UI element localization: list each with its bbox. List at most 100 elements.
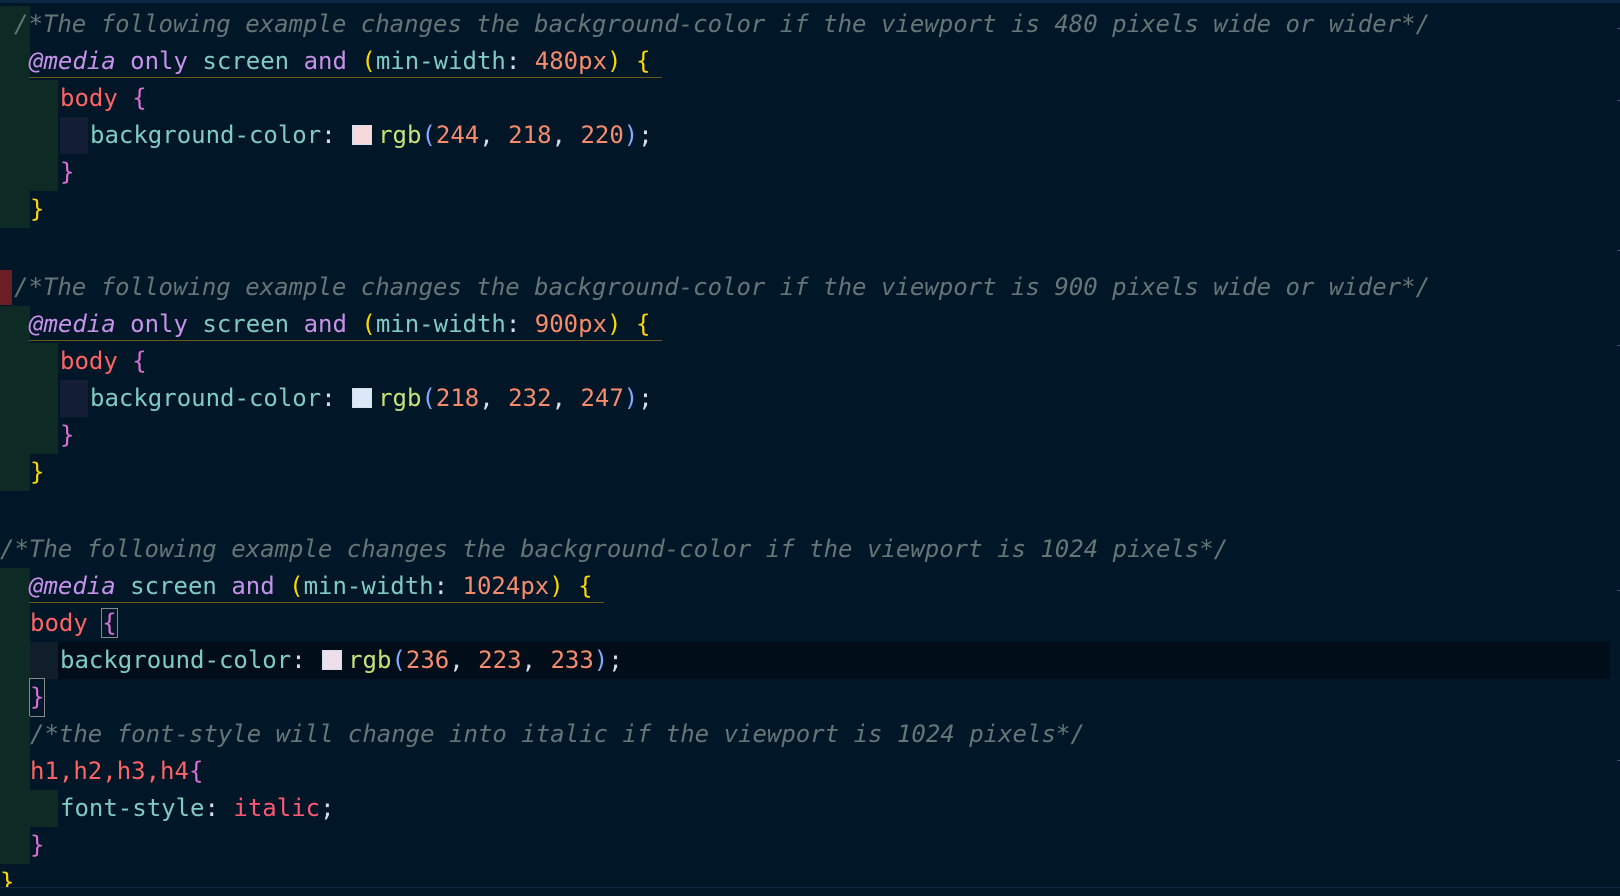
declaration: background-color: rgb(236, 223, 233); [60, 646, 623, 674]
indent-guide [30, 417, 58, 454]
rule-selector: body { [60, 84, 147, 112]
indent-guide [0, 454, 30, 491]
code-line[interactable]: } [0, 417, 1610, 454]
code-line[interactable]: } [0, 154, 1610, 191]
code-line[interactable]: /*The following example changes the back… [0, 269, 1610, 306]
media-value-number: 900 [534, 310, 579, 338]
media-value-unit: px [578, 47, 608, 75]
code-line[interactable]: @media only screen and (min-width: 480px… [0, 43, 1610, 80]
code-line[interactable]: background-color: rgb(244, 218, 220); [0, 117, 1610, 154]
media-type: screen [130, 572, 217, 600]
rule-selector: h1,h2,h3,h4{ [30, 757, 204, 785]
code-line[interactable]: /*The following example changes the back… [0, 531, 1610, 568]
matched-bracket: } [28, 678, 46, 717]
indent-guide [0, 568, 30, 605]
selector-text: body [60, 84, 118, 112]
declaration: background-color: rgb(244, 218, 220); [90, 121, 653, 149]
code-line[interactable]: @media only screen and (min-width: 900px… [0, 306, 1610, 343]
indent-guide [0, 605, 30, 642]
code-line-current[interactable]: background-color: rgb(236, 223, 233); [0, 642, 1610, 679]
warning-underline [29, 77, 662, 78]
comment-text: /*the font-style will change into italic… [30, 720, 1085, 748]
media-and-keyword: and [303, 310, 347, 338]
media-value-number: 1024 [462, 572, 521, 600]
indent-guide [30, 790, 58, 827]
indent-guide [0, 642, 30, 679]
closing-brace: } [30, 195, 45, 223]
indent-guide [60, 117, 88, 154]
code-line[interactable]: /*The following example changes the back… [0, 6, 1610, 43]
at-rule-keyword: @media [29, 310, 116, 338]
warning-underline [29, 340, 662, 341]
indent-guide [30, 380, 58, 417]
code-line[interactable]: } [0, 191, 1610, 228]
indent-guide [0, 716, 30, 753]
media-type: screen [202, 310, 290, 338]
indent-guide [30, 642, 58, 679]
indent-guide [0, 343, 30, 380]
code-line[interactable]: /*the font-style will change into italic… [0, 716, 1610, 753]
rgb-red: 218 [435, 384, 480, 412]
property-name: font-style [60, 794, 205, 822]
property-name: background-color [90, 121, 322, 149]
media-query: @media screen and (min-width: 1024px) { [29, 572, 593, 600]
code-line[interactable]: h1,h2,h3,h4{ [0, 753, 1610, 790]
media-feature: min-width [303, 572, 434, 600]
rule-selector: body { [30, 605, 118, 642]
indent-guide [0, 679, 30, 716]
media-feature: min-width [375, 310, 506, 338]
media-query: @media only screen and (min-width: 480px… [29, 47, 651, 75]
selector-text: body [30, 609, 88, 637]
function-name: rgb [378, 121, 422, 149]
indent-guide [30, 117, 58, 154]
indent-guide [0, 43, 30, 80]
rgb-blue: 233 [550, 646, 594, 674]
property-name: background-color [60, 646, 292, 674]
comment-text: /*The following example changes the back… [14, 273, 1431, 301]
media-value-number: 480 [534, 47, 579, 75]
rgb-red: 244 [435, 121, 480, 149]
code-line[interactable]: body { [0, 343, 1610, 380]
function-name: rgb [348, 646, 392, 674]
code-line[interactable]: } [0, 454, 1610, 491]
color-swatch-icon[interactable] [352, 125, 373, 145]
function-name: rgb [378, 384, 422, 412]
code-line[interactable]: } [0, 827, 1610, 864]
selector-text: body [60, 347, 118, 375]
media-feature: min-width [375, 47, 506, 75]
color-swatch-icon[interactable] [322, 650, 343, 670]
indent-guide [0, 154, 30, 191]
editor-top-border [0, 0, 1620, 3]
code-line[interactable]: } [0, 678, 1610, 717]
indent-guide [0, 80, 30, 117]
indent-guide [0, 417, 30, 454]
at-rule-keyword: @media [29, 47, 116, 75]
code-line[interactable]: background-color: rgb(218, 232, 247); [0, 380, 1610, 417]
indent-guide [0, 380, 30, 417]
comment-text: /*The following example changes the back… [14, 10, 1431, 38]
code-line[interactable]: font-style: italic; [0, 790, 1610, 827]
rgb-blue: 220 [580, 121, 624, 149]
rgb-red: 236 [405, 646, 450, 674]
property-name: background-color [90, 384, 322, 412]
rgb-green: 218 [508, 121, 552, 149]
color-swatch-icon[interactable] [352, 388, 373, 408]
error-marker [0, 270, 12, 305]
code-line[interactable]: body { [0, 605, 1610, 642]
closing-brace: } [60, 158, 75, 186]
indent-guide [0, 306, 30, 343]
media-value-unit: px [578, 310, 608, 338]
code-editor[interactable]: /*The following example changes the back… [0, 0, 1620, 896]
warning-underline [29, 602, 604, 603]
indent-guide [30, 343, 58, 380]
media-and-keyword: and [303, 47, 347, 75]
indent-guide [0, 191, 30, 228]
property-value: italic [233, 794, 321, 822]
indent-guide [30, 80, 58, 117]
code-line[interactable]: body { [0, 80, 1610, 117]
media-type: screen [202, 47, 290, 75]
code-line[interactable]: @media screen and (min-width: 1024px) { [0, 568, 1610, 605]
matched-bracket: { [101, 608, 118, 638]
indent-guide [0, 827, 30, 864]
at-rule-keyword: @media [29, 572, 116, 600]
